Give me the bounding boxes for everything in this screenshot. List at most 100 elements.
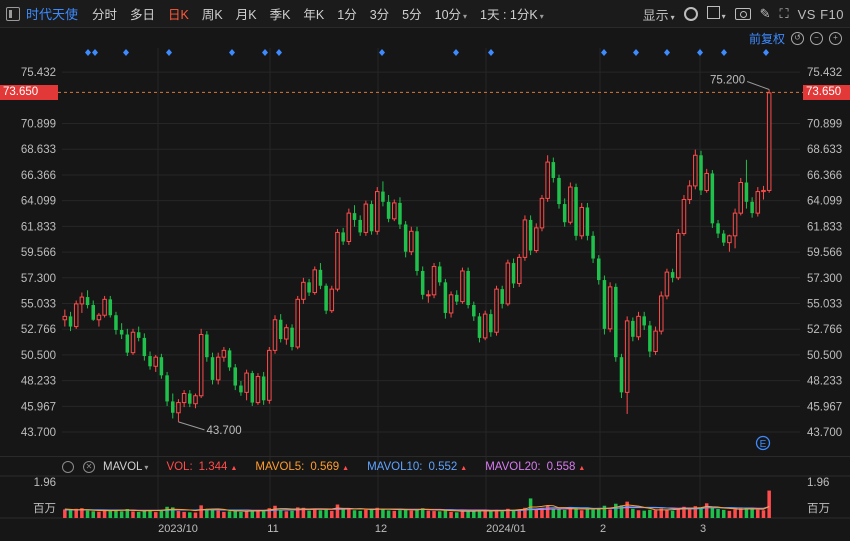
undo-icon[interactable]: ↺ (791, 31, 804, 45)
price-tick-label: 45.967 (21, 401, 56, 413)
candle-body (329, 288, 335, 312)
vs-f10-button[interactable]: VS F10 (798, 7, 844, 22)
volume-bar (188, 512, 192, 518)
candle-body (755, 191, 761, 214)
candle-body (624, 320, 630, 393)
checkbox-menu[interactable]: ▾ (706, 6, 726, 22)
volume-bar (614, 503, 618, 518)
period-tab[interactable]: 多日 (130, 4, 155, 23)
candle-body (426, 294, 431, 297)
candle (255, 373, 261, 405)
date-tick-label: 2024/01 (486, 523, 526, 535)
event-marker (379, 49, 385, 56)
volume-bar (756, 509, 760, 518)
candle (744, 159, 749, 209)
candle (482, 310, 488, 341)
chevron-down-icon: ▾ (670, 12, 675, 22)
pencil-icon[interactable]: ✎ (760, 6, 771, 22)
candle (148, 351, 152, 370)
volume-bar (608, 509, 612, 518)
close-icon[interactable]: ✕ (83, 460, 95, 473)
volume-bar (727, 510, 732, 518)
candle (278, 314, 283, 343)
candle (585, 202, 590, 241)
date-tick-label: 11 (267, 523, 278, 535)
candle-body (125, 334, 130, 353)
candle (85, 290, 90, 309)
gear-icon[interactable] (683, 7, 698, 21)
candle-body (534, 227, 539, 252)
candle (721, 230, 726, 247)
volume-bar (324, 509, 328, 518)
zoom-in-icon[interactable]: + (829, 31, 842, 45)
candle-body (437, 266, 442, 283)
high-pointer (746, 81, 770, 90)
period-tab[interactable]: 周K (202, 4, 223, 23)
stock-name[interactable]: 时代天使 (26, 4, 78, 23)
display-label: 显示 (642, 7, 669, 23)
period-tab[interactable]: 分时 (92, 4, 117, 23)
candle-body (482, 313, 488, 339)
period-tab[interactable]: 日K (168, 4, 189, 23)
candle-body (165, 375, 169, 402)
candle-body (454, 294, 459, 302)
volume-bar (665, 509, 669, 518)
period-tab-label: 周K (201, 8, 223, 22)
candle (392, 199, 397, 222)
volume-bar (210, 509, 215, 518)
indicator-select[interactable]: MAVOL ▾ (103, 461, 148, 473)
toolbar-right-tools: 显示 ▾ ▾ ✎ ⛶ VS F10 (643, 0, 844, 28)
candle-body (352, 213, 357, 220)
candle (96, 312, 102, 327)
settings-icon[interactable] (62, 460, 74, 473)
candle-body (142, 337, 147, 357)
volume-bar (318, 510, 323, 518)
period-tab[interactable]: 10分 ▾ (435, 4, 467, 23)
volume-bar (347, 508, 351, 518)
candlestick-series (62, 89, 772, 422)
display-menu[interactable]: 显示 ▾ (643, 5, 675, 24)
candle-body (210, 357, 215, 380)
price-tick-label: 66.366 (807, 170, 842, 182)
candle (233, 364, 238, 391)
adjust-mode-button[interactable]: 前复权 (749, 30, 785, 47)
volume-bar (454, 512, 459, 518)
volume-bar (216, 510, 220, 518)
candle (142, 333, 147, 361)
candle-body (699, 155, 703, 191)
vol-value: 1.344 (198, 460, 228, 473)
event-marker (697, 49, 703, 56)
candle (489, 309, 493, 337)
app-logo-icon[interactable] (6, 6, 20, 21)
candle-body (233, 367, 238, 386)
candle-body (272, 319, 278, 351)
volume-bar (437, 511, 442, 518)
price-tick-label: 55.033 (21, 299, 56, 311)
mavol10-label: MAVOL10: (367, 460, 423, 473)
period-tab[interactable]: 1分 (337, 4, 356, 23)
candle-body (721, 233, 726, 243)
mavol10-value: 0.552 (428, 460, 458, 473)
candle (352, 205, 357, 227)
candle-body (244, 372, 249, 393)
period-tab[interactable]: 月K (236, 4, 257, 23)
candle-body (591, 235, 595, 259)
candle-body (301, 281, 306, 300)
candle (710, 170, 715, 228)
candle (636, 311, 641, 341)
candle-body (114, 315, 118, 330)
zoom-out-icon[interactable]: − (810, 31, 823, 45)
period-tab[interactable]: 5分 (402, 4, 421, 23)
period-tab[interactable]: 季K (270, 4, 291, 23)
candle (539, 194, 545, 232)
period-tab[interactable]: 1天 : 1分K ▾ (480, 4, 544, 23)
fullscreen-icon[interactable]: ⛶ (780, 6, 789, 22)
volume-bar (585, 509, 590, 518)
candle-body (415, 231, 419, 271)
period-tab[interactable]: 3分 (370, 4, 389, 23)
candle (551, 157, 556, 183)
camera-icon[interactable] (734, 8, 751, 20)
volume-bar (398, 510, 402, 518)
candle (363, 200, 369, 236)
period-tab[interactable]: 年K (303, 4, 324, 23)
